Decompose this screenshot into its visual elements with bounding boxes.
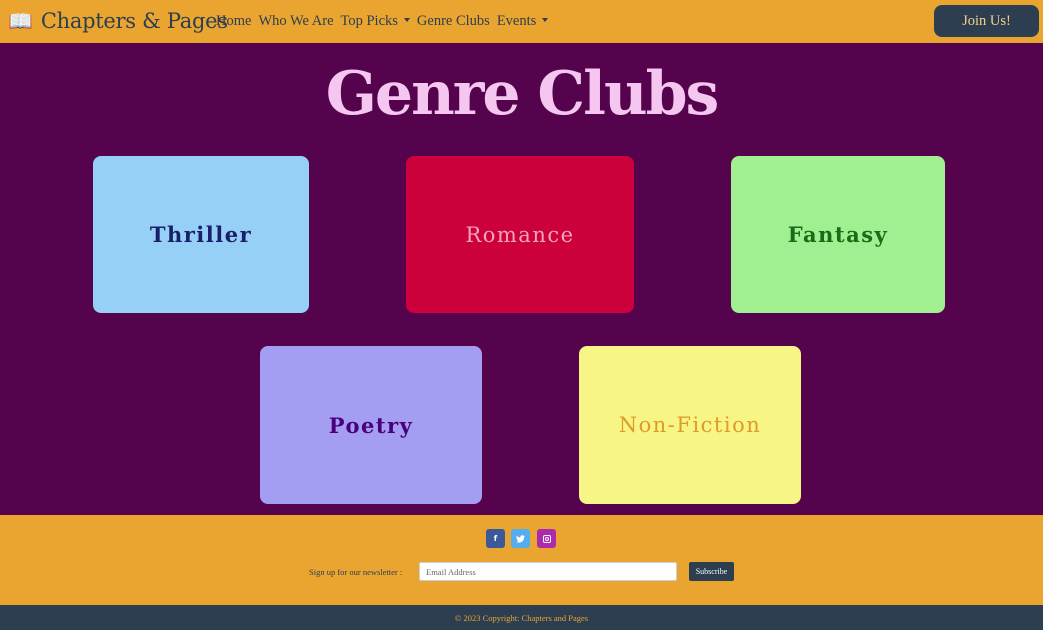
copyright-bar: © 2023 Copyright: Chapters and Pages — [0, 605, 1043, 630]
nav-link-who-we-are[interactable]: Who We Are — [258, 13, 333, 30]
navbar: 📖 Chapters & Pages Home Who We Are Top P… — [0, 0, 1043, 43]
facebook-icon[interactable]: f — [486, 529, 505, 548]
club-card-label: Fantasy — [787, 222, 889, 247]
twitter-bird-glyph — [516, 534, 525, 543]
facebook-glyph: f — [493, 534, 498, 543]
nav-link-genre-clubs[interactable]: Genre Clubs — [417, 13, 490, 30]
club-card-label: Poetry — [328, 412, 414, 438]
club-card-poetry[interactable]: Poetry — [260, 346, 482, 504]
page-title: Genre Clubs — [325, 59, 720, 129]
club-card-label: Thriller — [149, 222, 253, 247]
club-card-fantasy[interactable]: Fantasy — [731, 156, 945, 313]
join-us-button[interactable]: Join Us! — [934, 5, 1039, 37]
brand-name: Chapters & Pages — [40, 9, 228, 33]
copyright-text: © 2023 Copyright: Chapters and Pages — [454, 612, 589, 623]
footer: f Sign up for our newsletter : Subscribe — [0, 515, 1043, 605]
club-card-label: Non-Fiction — [618, 413, 762, 437]
nav-dropdown-top-picks[interactable]: Top Picks — [341, 13, 410, 30]
nav-dropdown-events[interactable]: Events — [496, 13, 549, 30]
club-card-label: Romance — [465, 222, 575, 247]
nav-link-events-label: Events — [496, 13, 537, 29]
email-input[interactable] — [419, 562, 677, 581]
instagram-icon[interactable] — [537, 529, 556, 548]
newsletter-label: Sign up for our newsletter : — [309, 567, 403, 577]
caret-down-icon — [542, 17, 549, 22]
club-card-thriller[interactable]: Thriller — [93, 156, 309, 313]
caret-down-icon — [403, 17, 410, 22]
nav-link-home[interactable]: Home — [216, 13, 251, 30]
subscribe-button[interactable]: Subscribe — [689, 562, 734, 581]
nav-links: Home Who We Are Top Picks Genre Clubs Ev… — [216, 13, 555, 30]
instagram-glyph — [542, 534, 551, 543]
twitter-icon[interactable] — [511, 529, 530, 548]
brand-link[interactable]: 📖 Chapters & Pages — [8, 5, 228, 37]
club-card-romance[interactable]: Romance — [406, 156, 634, 313]
nav-link-top-picks-label: Top Picks — [340, 13, 398, 29]
club-card-non-fiction[interactable]: Non-Fiction — [579, 346, 801, 504]
open-book-icon: 📖 — [8, 9, 33, 33]
